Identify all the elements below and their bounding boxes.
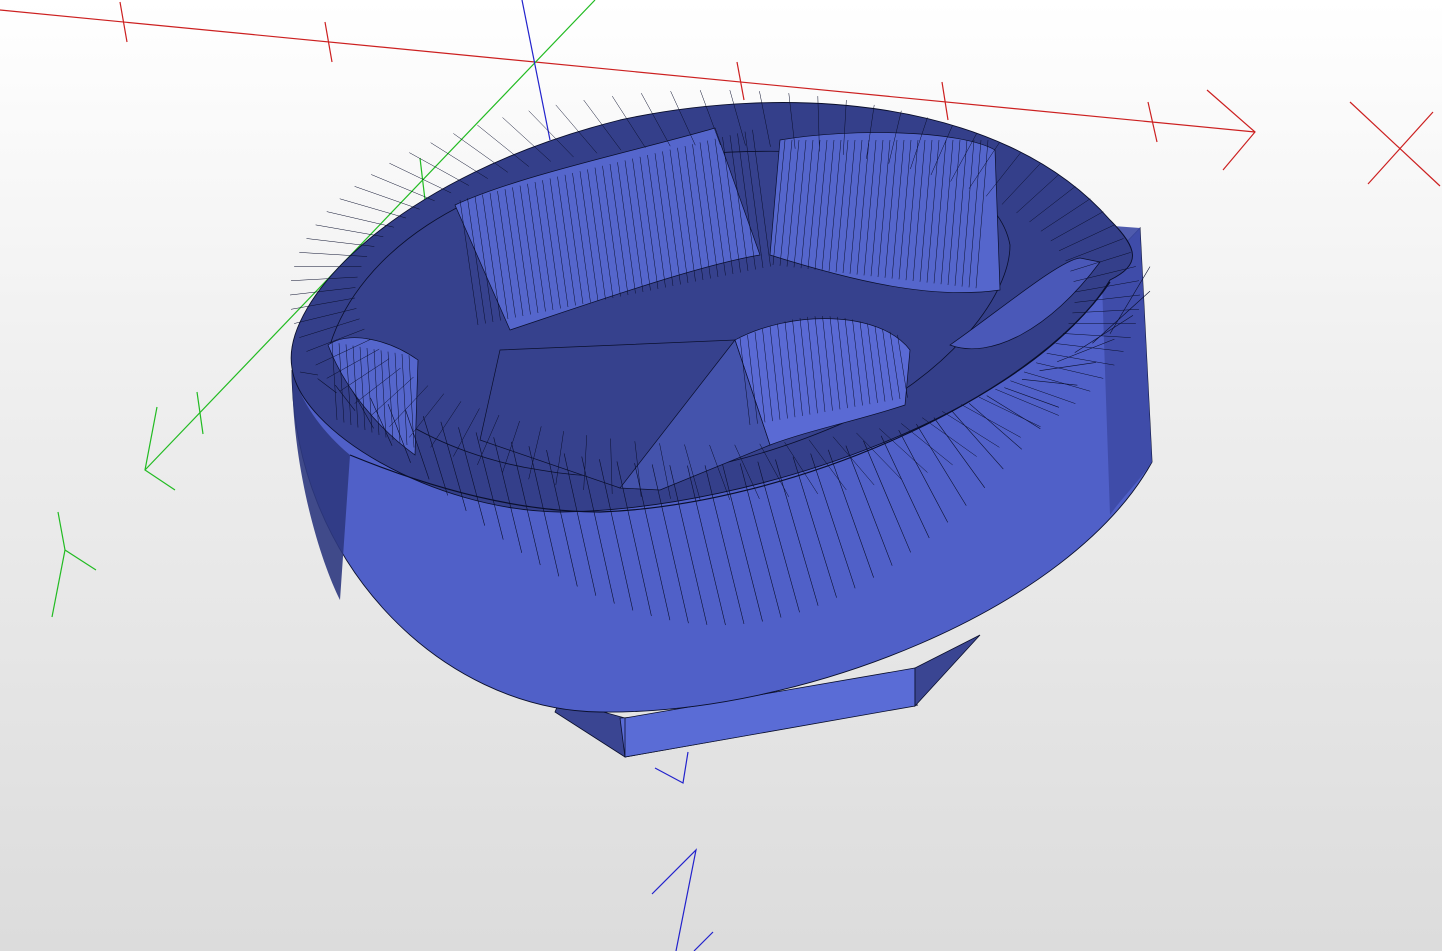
mesh-edge bbox=[306, 238, 375, 247]
mesh-edge bbox=[409, 152, 469, 186]
scene-canvas[interactable] bbox=[0, 0, 1442, 951]
bottom-boss-side-right bbox=[914, 634, 981, 708]
z-axis-label-glyph bbox=[651, 848, 714, 951]
mesh-edge bbox=[371, 174, 435, 202]
mesh-edge bbox=[315, 224, 384, 237]
mesh-edge bbox=[430, 142, 488, 179]
mesh-edge bbox=[326, 211, 394, 228]
3d-viewport[interactable] bbox=[0, 0, 1442, 951]
x-axis-label-glyph bbox=[1349, 101, 1441, 187]
mesh-edge bbox=[389, 163, 452, 194]
mesh-edge bbox=[453, 133, 508, 173]
z-axis bbox=[521, 0, 551, 141]
z-axis-front bbox=[654, 751, 689, 784]
y-axis-label-glyph bbox=[51, 511, 97, 618]
mesh-model[interactable] bbox=[289, 90, 1153, 758]
